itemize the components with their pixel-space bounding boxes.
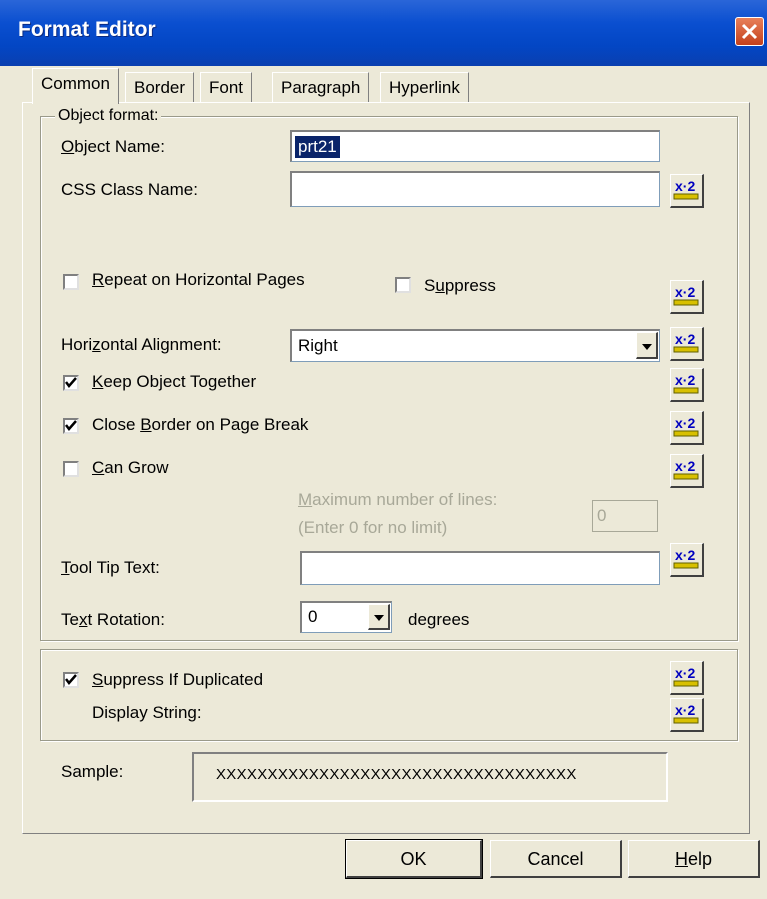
suppress-label: Suppress bbox=[424, 276, 496, 295]
suppress-dup-label: Suppress If Duplicated bbox=[92, 670, 264, 689]
can-grow-label: Can Grow bbox=[92, 458, 169, 477]
can-grow-checkbox[interactable] bbox=[63, 461, 79, 477]
tab-hyperlink[interactable]: Hyperlink bbox=[380, 72, 469, 102]
svg-text:x·2: x·2 bbox=[675, 415, 695, 431]
svg-text:x·2: x·2 bbox=[675, 547, 695, 563]
suppress-formula-button[interactable]: x·2 bbox=[670, 280, 704, 314]
checkmark-icon bbox=[65, 420, 77, 431]
keep-together-formula-button[interactable]: x·2 bbox=[670, 368, 704, 402]
object-name-label: Object Name: bbox=[61, 137, 165, 156]
display-string-label: Display String: bbox=[92, 703, 202, 722]
can-grow-formula-button[interactable]: x·2 bbox=[670, 454, 704, 488]
suppress-dup-formula-button[interactable]: x·2 bbox=[670, 661, 704, 695]
rotation-label: Text Rotation: bbox=[61, 610, 165, 629]
max-lines-label: Maximum number of lines: bbox=[298, 490, 498, 509]
x-2-formula-icon: x·2 bbox=[673, 415, 699, 437]
x-2-formula-icon: x·2 bbox=[673, 665, 699, 687]
ok-button[interactable]: OK bbox=[345, 839, 483, 879]
keep-together-label: Keep Object Together bbox=[92, 372, 257, 391]
css-class-formula-button[interactable]: x·2 bbox=[670, 174, 704, 208]
duplicates-group bbox=[40, 649, 738, 741]
repeat-checkbox[interactable] bbox=[63, 274, 79, 290]
svg-text:x·2: x·2 bbox=[675, 178, 695, 194]
x-2-formula-icon: x·2 bbox=[673, 178, 699, 200]
halign-label: Horizontal Alignment: bbox=[61, 335, 222, 354]
rotation-select[interactable]: 0 bbox=[300, 601, 392, 633]
close-icon bbox=[741, 23, 758, 40]
max-lines-hint: (Enter 0 for no limit) bbox=[298, 518, 448, 537]
rotation-dropdown-button[interactable] bbox=[368, 604, 390, 630]
dropdown-arrow-icon bbox=[642, 344, 652, 350]
css-class-label: CSS Class Name: bbox=[61, 180, 198, 199]
halign-select[interactable]: Right bbox=[290, 329, 660, 362]
checkmark-icon bbox=[65, 674, 77, 685]
suppress-dup-checkbox[interactable] bbox=[63, 672, 79, 688]
checkmark-icon bbox=[65, 377, 77, 388]
keep-together-checkbox[interactable] bbox=[63, 375, 79, 391]
close-border-checkbox[interactable] bbox=[63, 418, 79, 434]
svg-text:x·2: x·2 bbox=[675, 665, 695, 681]
x-2-formula-icon: x·2 bbox=[673, 458, 699, 480]
dropdown-arrow-icon bbox=[374, 615, 384, 621]
close-border-formula-button[interactable]: x·2 bbox=[670, 411, 704, 445]
window-title: Format Editor bbox=[18, 18, 156, 41]
tooltip-label: Tool Tip Text: bbox=[61, 558, 160, 577]
halign-dropdown-button[interactable] bbox=[636, 332, 658, 359]
svg-text:x·2: x·2 bbox=[675, 331, 695, 347]
rotation-unit: degrees bbox=[408, 610, 470, 629]
sample-label: Sample: bbox=[61, 762, 124, 781]
close-button[interactable] bbox=[735, 17, 764, 46]
x-2-formula-icon: x·2 bbox=[673, 372, 699, 394]
sample-preview: XXXXXXXXXXXXXXXXXXXXXXXXXXXXXXXXXXX bbox=[192, 752, 668, 802]
suppress-checkbox[interactable] bbox=[395, 277, 411, 293]
object-format-legend: Object format: bbox=[55, 107, 162, 125]
svg-text:x·2: x·2 bbox=[675, 372, 695, 388]
halign-formula-button[interactable]: x·2 bbox=[670, 327, 704, 361]
svg-text:x·2: x·2 bbox=[675, 702, 695, 718]
display-string-formula-button[interactable]: x·2 bbox=[670, 698, 704, 732]
x-2-formula-icon: x·2 bbox=[673, 702, 699, 724]
object-name-input[interactable]: prt21 bbox=[290, 130, 660, 162]
svg-text:x·2: x·2 bbox=[675, 458, 695, 474]
x-2-formula-icon: x·2 bbox=[673, 284, 699, 306]
tooltip-formula-button[interactable]: x·2 bbox=[670, 543, 704, 577]
tab-font[interactable]: Font bbox=[200, 72, 253, 102]
tab-border[interactable]: Border bbox=[125, 72, 195, 102]
x-2-formula-icon: x·2 bbox=[673, 331, 699, 353]
max-lines-input[interactable]: 0 bbox=[592, 500, 658, 532]
tooltip-input[interactable] bbox=[300, 551, 660, 585]
x-2-formula-icon: x·2 bbox=[673, 547, 699, 569]
repeat-label: Repeat on Horizontal Pages bbox=[92, 270, 305, 289]
tab-common[interactable]: Common bbox=[32, 68, 119, 104]
help-button[interactable]: Help bbox=[628, 840, 760, 878]
close-border-label: Close Border on Page Break bbox=[92, 415, 309, 434]
svg-text:x·2: x·2 bbox=[675, 284, 695, 300]
css-class-input[interactable] bbox=[290, 171, 660, 207]
cancel-button[interactable]: Cancel bbox=[490, 840, 622, 878]
tab-paragraph[interactable]: Paragraph bbox=[272, 72, 370, 102]
